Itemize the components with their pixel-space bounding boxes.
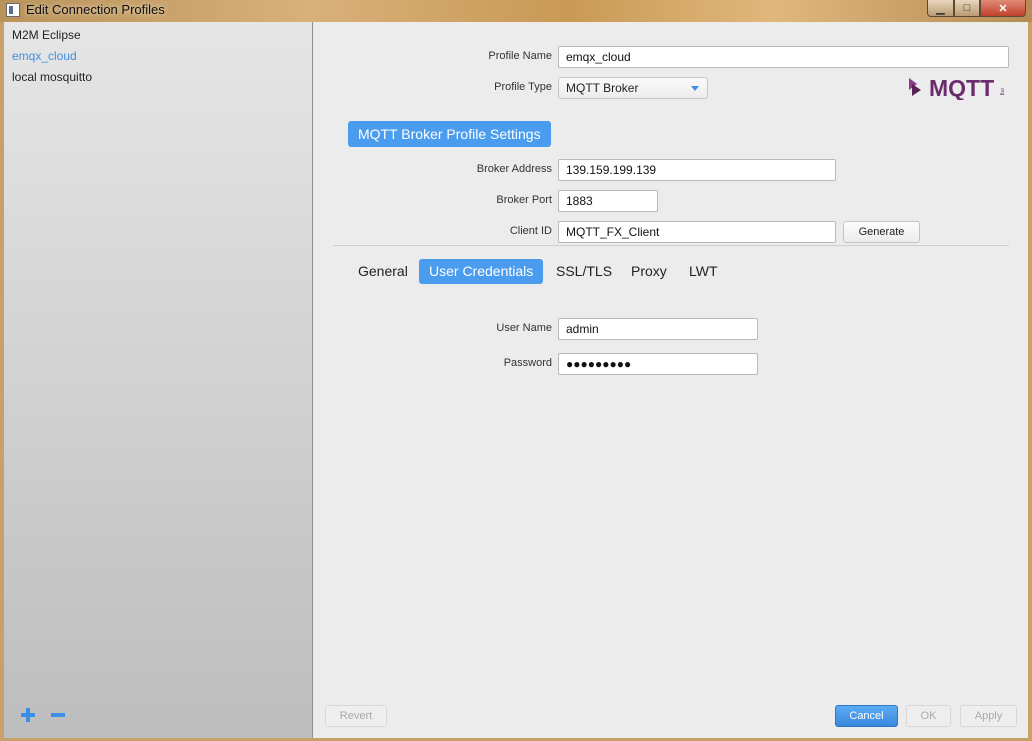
logo-subtext: org <box>999 88 1005 95</box>
broker-port-label: Broker Port <box>496 194 552 206</box>
dropdown-arrow-icon <box>691 86 699 91</box>
tab-proxy[interactable]: Proxy <box>621 259 677 284</box>
minimize-button[interactable]: ▁ <box>927 0 954 17</box>
close-button[interactable]: ✕ <box>980 0 1026 17</box>
password-input[interactable]: ●●●●●●●●● <box>558 353 758 375</box>
maximize-icon: □ <box>963 2 971 14</box>
profile-type-value: MQTT Broker <box>566 81 639 95</box>
profile-settings-panel: Profile Name emqx_cloud Profile Type MQT… <box>313 22 1028 738</box>
revert-button[interactable]: Revert <box>325 705 387 727</box>
section-divider <box>333 245 1009 246</box>
logo-text: MQTT <box>929 75 994 100</box>
plus-icon[interactable] <box>20 707 36 723</box>
app-window-icon <box>6 3 20 17</box>
window-title: Edit Connection Profiles <box>26 2 165 17</box>
apply-button[interactable]: Apply <box>960 705 1017 727</box>
generate-button[interactable]: Generate <box>843 221 920 243</box>
title-bar[interactable]: Edit Connection Profiles ▁ □ ✕ <box>0 0 1032 22</box>
maximize-button[interactable]: □ <box>954 0 980 17</box>
profile-name-label: Profile Name <box>488 50 552 62</box>
client-id-input[interactable]: MQTT_FX_Client <box>558 221 836 243</box>
user-name-label: User Name <box>496 322 552 334</box>
tab-lwt[interactable]: LWT <box>679 259 728 284</box>
tab-user-credentials[interactable]: User Credentials <box>419 259 544 284</box>
close-icon: ✕ <box>998 2 1008 15</box>
section-title: MQTT Broker Profile Settings <box>348 121 551 147</box>
tab-ssl-tls[interactable]: SSL/TLS <box>546 259 622 284</box>
minus-icon[interactable] <box>50 707 66 723</box>
mqtt-logo: MQTT org <box>909 75 1005 100</box>
ok-button[interactable]: OK <box>906 705 951 727</box>
profile-type-select[interactable]: MQTT Broker <box>558 77 708 99</box>
window-controls: ▁ □ ✕ <box>927 0 1026 18</box>
profile-item-m2m-eclipse[interactable]: M2M Eclipse <box>12 28 81 42</box>
broker-address-input[interactable]: 139.159.199.139 <box>558 159 836 181</box>
password-label: Password <box>503 357 552 369</box>
profile-item-emqx-cloud[interactable]: emqx_cloud <box>12 49 77 63</box>
user-name-input[interactable]: admin <box>558 318 758 340</box>
broker-address-label: Broker Address <box>476 163 552 175</box>
window-frame-right <box>1028 22 1032 741</box>
profiles-sidebar: M2M Eclipse emqx_cloud local mosquitto <box>4 22 313 738</box>
tab-general[interactable]: General <box>348 259 418 284</box>
minimize-icon: ▁ <box>936 2 945 15</box>
client-id-label: Client ID <box>509 225 552 237</box>
cancel-button[interactable]: Cancel <box>835 705 898 727</box>
profile-type-label: Profile Type <box>494 81 552 93</box>
profile-name-input[interactable]: emqx_cloud <box>558 46 1009 68</box>
broker-port-input[interactable]: 1883 <box>558 190 658 212</box>
profile-item-local-mosquitto[interactable]: local mosquitto <box>12 70 92 84</box>
